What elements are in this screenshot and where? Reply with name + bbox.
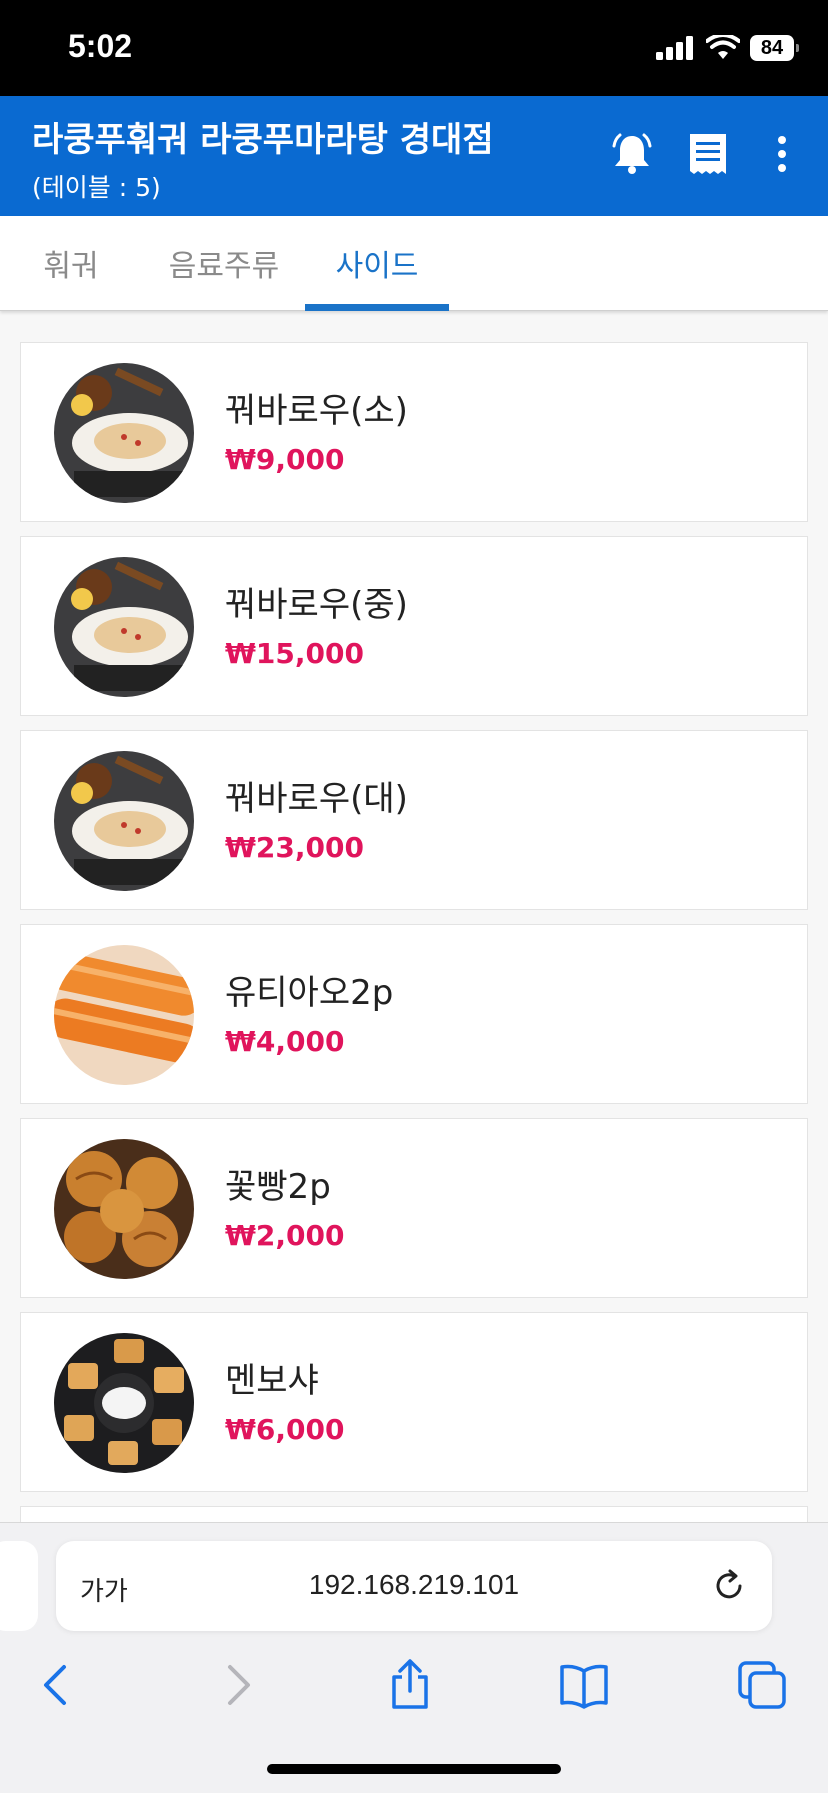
back-icon[interactable] [30,1657,86,1713]
menu-item-price: ₩4,000 [225,1025,345,1058]
tab-drinks[interactable]: 음료주류 [158,216,290,310]
table-number: (테이블 : 5) [32,173,161,202]
menu-item-price: ₩2,000 [225,1219,345,1252]
address-bar[interactable]: 가가 192.168.219.101 [56,1541,772,1631]
menu-item-card[interactable]: 꿔바로우(소) ₩9,000 [20,342,808,522]
tabs-icon[interactable] [734,1657,790,1713]
menu-item-price: ₩6,000 [225,1413,345,1446]
menu-item-card[interactable]: 유티아오2p ₩4,000 [20,924,808,1104]
menu-item-card[interactable]: 멘보샤 ₩6,000 [20,1312,808,1492]
status-icons: 84 [656,32,799,64]
menu-item-card[interactable]: 꿔바로우(중) ₩15,000 [20,536,808,716]
dumpling-plate-image [54,363,194,503]
flower-buns-image [54,1139,194,1279]
bookmarks-icon[interactable] [556,1657,612,1713]
menu-item-name: 꿔바로우(중) [225,585,408,625]
tab-hotpot[interactable]: 훠궈 [18,216,124,310]
shrimp-toast-image [54,1333,194,1473]
dumpling-plate-image [54,557,194,697]
share-icon[interactable] [382,1657,438,1713]
dumpling-plate-image [54,751,194,891]
battery-icon: 84 [750,35,799,61]
reload-icon[interactable] [710,1567,748,1605]
fried-dough-sticks-image [54,945,194,1085]
menu-item-name: 꿔바로우(대) [225,779,408,819]
status-time: 5:02 [68,28,133,64]
menu-list: 꿔바로우(소) ₩9,000 꿔바로우(중) ₩15,000 꿔바로우(대) ₩… [20,342,808,1540]
menu-item-name: 멘보샤 [225,1361,319,1401]
menu-item-name: 꽃빵2p [225,1167,331,1207]
status-bar: 5:02 84 [0,0,828,96]
receipt-icon[interactable] [684,130,732,178]
more-menu-icon[interactable] [758,130,806,178]
tab-side[interactable]: 사이드 [305,216,449,310]
category-tabs: 훠궈 음료주류 사이드 [0,216,828,311]
home-indicator [267,1764,561,1774]
menu-item-name: 꿔바로우(소) [225,391,408,431]
previous-tab-preview[interactable] [0,1541,38,1631]
menu-item-name: 유티아오2p [225,973,394,1013]
forward-icon[interactable] [208,1657,264,1713]
app-header: 라쿵푸훠궈 라쿵푸마라탕 경대점 (테이블 : 5) [0,96,828,216]
browser-toolbar: 가가 192.168.219.101 [0,1522,828,1793]
signal-icon [656,36,693,60]
menu-item-card[interactable]: 꿔바로우(대) ₩23,000 [20,730,808,910]
menu-item-price: ₩15,000 [225,637,364,670]
active-tab-indicator [305,304,449,311]
menu-item-price: ₩23,000 [225,831,364,864]
menu-item-price: ₩9,000 [225,443,345,476]
url-text: 192.168.219.101 [308,1569,520,1600]
store-title: 라쿵푸훠궈 라쿵푸마라탕 경대점 [32,120,494,160]
bell-icon[interactable] [608,130,656,178]
menu-item-card[interactable]: 꽃빵2p ₩2,000 [20,1118,808,1298]
battery-level: 84 [760,36,784,59]
wifi-icon [706,35,740,59]
